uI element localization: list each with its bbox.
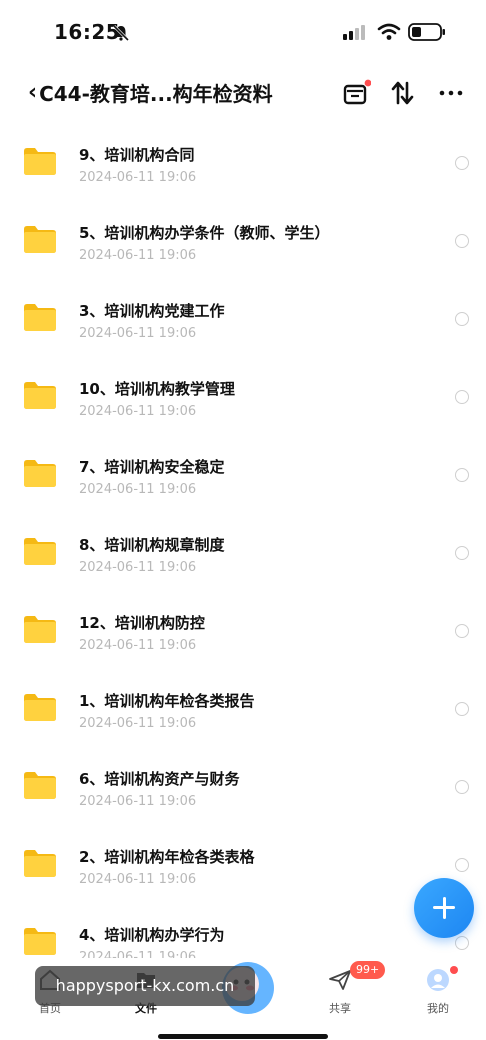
folder-name: 8、培训机构规章制度 bbox=[79, 536, 225, 554]
folder-icon bbox=[24, 850, 56, 877]
transfer-list-icon bbox=[343, 79, 372, 105]
add-button[interactable] bbox=[414, 878, 474, 938]
folder-icon bbox=[24, 538, 56, 565]
wifi-icon bbox=[377, 23, 401, 40]
file-list: 9、培训机构合同 2024-06-11 19:06 5、培训机构办学条件（教师、… bbox=[0, 122, 486, 980]
more-button[interactable] bbox=[436, 78, 466, 108]
folder-name: 1、培训机构年检各类报告 bbox=[79, 692, 255, 710]
plus-icon-stroke bbox=[442, 897, 446, 919]
select-radio[interactable] bbox=[455, 546, 469, 560]
folder-date: 2024-06-11 19:06 bbox=[79, 560, 197, 575]
list-item[interactable]: 8、培训机构规章制度 2024-06-11 19:06 bbox=[0, 512, 486, 590]
folder-date: 2024-06-11 19:06 bbox=[79, 404, 197, 419]
folder-icon bbox=[24, 694, 56, 721]
share-count-badge: 99+ bbox=[350, 961, 386, 979]
folder-icon bbox=[24, 616, 56, 643]
folder-name: 7、培训机构安全稳定 bbox=[79, 458, 225, 476]
list-item[interactable]: 10、培训机构教学管理 2024-06-11 19:06 bbox=[0, 356, 486, 434]
folder-icon bbox=[24, 304, 56, 331]
list-item[interactable]: 3、培训机构党建工作 2024-06-11 19:06 bbox=[0, 278, 486, 356]
folder-icon bbox=[24, 148, 56, 175]
notification-dot bbox=[450, 966, 458, 974]
avatar-icon bbox=[427, 969, 449, 991]
folder-name: 6、培训机构资产与财务 bbox=[79, 770, 240, 788]
status-time: 16:25 bbox=[54, 20, 121, 44]
folder-icon bbox=[24, 928, 56, 955]
bell-muted-icon bbox=[112, 24, 130, 42]
select-radio[interactable] bbox=[455, 702, 469, 716]
folder-date: 2024-06-11 19:06 bbox=[79, 794, 197, 809]
folder-date: 2024-06-11 19:06 bbox=[79, 482, 197, 497]
folder-name: 10、培训机构教学管理 bbox=[79, 380, 235, 398]
select-radio[interactable] bbox=[455, 624, 469, 638]
folder-name: 4、培训机构办学行为 bbox=[79, 926, 225, 944]
list-item[interactable]: 9、培训机构合同 2024-06-11 19:06 bbox=[0, 122, 486, 200]
folder-date: 2024-06-11 19:06 bbox=[79, 716, 197, 731]
list-item[interactable]: 5、培训机构办学条件（教师、学生） 2024-06-11 19:06 bbox=[0, 200, 486, 278]
folder-date: 2024-06-11 19:06 bbox=[79, 872, 197, 887]
back-button[interactable]: ‹ C44-教育培...构年检资料 bbox=[28, 78, 273, 107]
list-item[interactable]: 2、培训机构年检各类表格 2024-06-11 19:06 bbox=[0, 824, 486, 902]
nav-share-label: 共享 bbox=[329, 1002, 351, 1015]
folder-name: 3、培训机构党建工作 bbox=[79, 302, 225, 320]
select-radio[interactable] bbox=[455, 312, 469, 326]
watermark: happysport-kx.com.cn bbox=[35, 966, 255, 1006]
transfer-list-button[interactable] bbox=[341, 78, 372, 108]
chevron-left-icon: ‹ bbox=[28, 80, 38, 105]
nav-mine[interactable]: 我的 bbox=[408, 966, 468, 1022]
folder-name: 5、培训机构办学条件（教师、学生） bbox=[79, 224, 330, 242]
select-radio[interactable] bbox=[455, 780, 469, 794]
home-indicator bbox=[158, 1034, 328, 1039]
nav-mine-label: 我的 bbox=[427, 1002, 449, 1015]
folder-icon bbox=[24, 772, 56, 799]
folder-icon bbox=[24, 226, 56, 253]
folder-date: 2024-06-11 19:06 bbox=[79, 638, 197, 653]
sort-icon bbox=[391, 81, 414, 105]
folder-name: 12、培训机构防控 bbox=[79, 614, 205, 632]
select-radio[interactable] bbox=[455, 468, 469, 482]
status-bar: 16:25 bbox=[0, 0, 486, 62]
list-item[interactable]: 6、培训机构资产与财务 2024-06-11 19:06 bbox=[0, 746, 486, 824]
select-radio[interactable] bbox=[455, 390, 469, 404]
list-item[interactable]: 12、培训机构防控 2024-06-11 19:06 bbox=[0, 590, 486, 668]
page-title: C44-教育培...构年检资料 bbox=[39, 82, 273, 106]
folder-date: 2024-06-11 19:06 bbox=[79, 326, 197, 341]
folder-name: 9、培训机构合同 bbox=[79, 146, 195, 164]
more-dots-icon bbox=[439, 90, 463, 96]
list-item[interactable]: 1、培训机构年检各类报告 2024-06-11 19:06 bbox=[0, 668, 486, 746]
select-radio[interactable] bbox=[455, 858, 469, 872]
folder-icon bbox=[24, 382, 56, 409]
folder-date: 2024-06-11 19:06 bbox=[79, 248, 197, 263]
sort-button[interactable] bbox=[388, 78, 418, 108]
signal-icon bbox=[343, 25, 365, 40]
battery-icon bbox=[408, 23, 445, 41]
list-item[interactable]: 7、培训机构安全稳定 2024-06-11 19:06 bbox=[0, 434, 486, 512]
paper-plane-icon bbox=[329, 970, 351, 990]
folder-icon bbox=[24, 460, 56, 487]
select-radio[interactable] bbox=[455, 234, 469, 248]
top-bar: ‹ C44-教育培...构年检资料 bbox=[0, 62, 486, 122]
select-radio[interactable] bbox=[455, 936, 469, 950]
folder-date: 2024-06-11 19:06 bbox=[79, 170, 197, 185]
select-radio[interactable] bbox=[455, 156, 469, 170]
folder-name: 2、培训机构年检各类表格 bbox=[79, 848, 255, 866]
